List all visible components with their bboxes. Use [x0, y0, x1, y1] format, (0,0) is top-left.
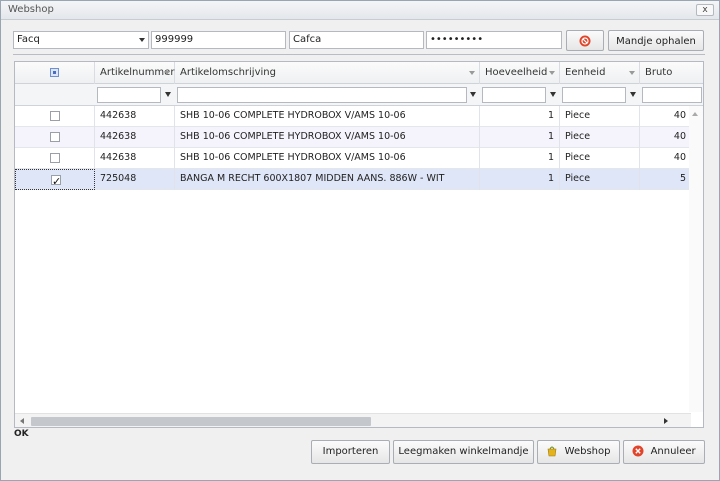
- filter-bruto: [642, 87, 702, 103]
- funnel-icon[interactable]: [550, 92, 556, 97]
- fetch-basket-button[interactable]: Mandje ophalen: [608, 30, 704, 51]
- basket-grid: Artikelnummer Artikelomschrijving Hoevee…: [14, 61, 704, 428]
- filter-input-bruto[interactable]: [642, 87, 702, 103]
- filter-icon[interactable]: [469, 71, 475, 75]
- omschrijving-cell: SHB 10-06 COMPLETE HYDROBOX V/AMS 10-06: [175, 127, 480, 148]
- cancel-label: Annuleer: [650, 446, 696, 457]
- horizontal-scrollbar[interactable]: [15, 413, 691, 427]
- password-field[interactable]: •••••••••: [426, 31, 562, 49]
- scroll-up-icon[interactable]: [692, 112, 698, 116]
- funnel-icon[interactable]: [470, 92, 476, 97]
- scroll-left-icon[interactable]: [20, 418, 24, 424]
- row-checkbox[interactable]: [50, 111, 60, 121]
- row-select-cell: [15, 169, 95, 190]
- grid-header: Artikelnummer Artikelomschrijving Hoevee…: [15, 62, 703, 84]
- funnel-icon[interactable]: [630, 92, 636, 97]
- column-header-eenheid[interactable]: Eenheid: [560, 62, 640, 84]
- column-header-omschrijving[interactable]: Artikelomschrijving: [175, 62, 480, 84]
- toolbar-separator: [13, 54, 705, 55]
- hoeveelheid-cell: 1: [480, 106, 560, 127]
- omschrijving-cell: SHB 10-06 COMPLETE HYDROBOX V/AMS 10-06: [175, 106, 480, 127]
- filter-input-artikelnummer[interactable]: [97, 87, 161, 103]
- filter-hoeveelheid: [482, 87, 558, 103]
- select-all-header: [15, 62, 95, 84]
- cancel-button[interactable]: Annuleer: [623, 440, 705, 464]
- hoeveelheid-cell: 1: [480, 169, 560, 190]
- table-row[interactable]: 442638 SHB 10-06 COMPLETE HYDROBOX V/AMS…: [15, 127, 691, 148]
- scrollbar-thumb[interactable]: [31, 417, 371, 426]
- filter-input-hoeveelheid[interactable]: [482, 87, 546, 103]
- row-select-cell: [15, 148, 95, 169]
- filter-artikelnummer: [97, 87, 173, 103]
- vertical-scrollbar[interactable]: [689, 106, 703, 412]
- row-checkbox[interactable]: [50, 153, 60, 163]
- chevron-down-icon: [139, 38, 145, 42]
- webshop-label: Webshop: [564, 446, 611, 457]
- row-checkbox[interactable]: [51, 172, 61, 189]
- row-select-cell: [15, 106, 95, 127]
- row-select-cell: [15, 127, 95, 148]
- eenheid-cell: Piece: [560, 106, 640, 127]
- column-label: Artikelomschrijving: [180, 67, 276, 78]
- filter-row: [15, 84, 703, 106]
- omschrijving-cell: BANGA M RECHT 600X1807 MIDDEN AANS. 886W…: [175, 169, 480, 190]
- filter-icon[interactable]: [629, 71, 635, 75]
- username-field[interactable]: Cafca: [289, 31, 424, 49]
- bruto-cell: 40: [673, 131, 686, 142]
- hoeveelheid-cell: 1: [480, 127, 560, 148]
- bruto-cell: 40: [673, 152, 686, 163]
- filter-eenheid: [562, 87, 638, 103]
- indeterminate-mark: [53, 71, 56, 74]
- cancel-icon: [632, 445, 644, 457]
- clear-basket-button[interactable]: Leegmaken winkelmandje: [393, 440, 534, 464]
- column-label: Bruto: [645, 67, 673, 78]
- column-label: Hoeveelheid: [485, 67, 548, 78]
- import-button[interactable]: Importeren: [311, 440, 390, 464]
- webshop-button[interactable]: Webshop: [537, 440, 620, 464]
- funnel-icon[interactable]: [165, 92, 171, 97]
- filter-omschrijving: [177, 87, 478, 103]
- row-checkbox[interactable]: [50, 132, 60, 142]
- omschrijving-cell: SHB 10-06 COMPLETE HYDROBOX V/AMS 10-06: [175, 148, 480, 169]
- supplier-select[interactable]: Facq: [13, 31, 149, 49]
- customer-number-field[interactable]: 999999: [151, 31, 286, 49]
- username-value: Cafca: [293, 34, 322, 45]
- eenheid-cell: Piece: [560, 148, 640, 169]
- filter-input-eenheid[interactable]: [562, 87, 626, 103]
- title-bar: Webshop x: [1, 1, 719, 20]
- column-label: Eenheid: [565, 67, 606, 78]
- table-row[interactable]: 442638 SHB 10-06 COMPLETE HYDROBOX V/AMS…: [15, 106, 691, 127]
- table-row[interactable]: 442638 SHB 10-06 COMPLETE HYDROBOX V/AMS…: [15, 148, 691, 169]
- bruto-cell: 5: [679, 173, 686, 184]
- filter-icon[interactable]: [164, 71, 170, 75]
- window-title: Webshop: [8, 4, 54, 15]
- password-value: •••••••••: [430, 34, 484, 45]
- table-row[interactable]: 725048 BANGA M RECHT 600X1807 MIDDEN AAN…: [15, 169, 691, 190]
- bruto-cell: 40: [673, 110, 686, 121]
- eenheid-cell: Piece: [560, 127, 640, 148]
- cancel-icon: [579, 35, 591, 47]
- scroll-right-icon[interactable]: [664, 418, 668, 424]
- supplier-value: Facq: [17, 34, 40, 45]
- column-header-bruto[interactable]: Bruto: [640, 62, 703, 84]
- webshop-dialog: Webshop x Facq 999999 Cafca ••••••••• Ma…: [0, 0, 720, 481]
- filter-input-omschrijving[interactable]: [177, 87, 467, 103]
- artikelnummer-cell: 442638: [95, 127, 175, 148]
- basket-icon: [548, 446, 557, 457]
- status-label: OK: [14, 429, 29, 439]
- artikelnummer-cell: 725048: [95, 169, 175, 190]
- customer-number-value: 999999: [155, 34, 194, 45]
- artikelnummer-cell: 442638: [95, 106, 175, 127]
- clear-credentials-button[interactable]: [566, 30, 604, 51]
- filter-icon[interactable]: [549, 71, 555, 75]
- hoeveelheid-cell: 1: [480, 148, 560, 169]
- column-header-artikelnummer[interactable]: Artikelnummer: [95, 62, 175, 84]
- close-button[interactable]: x: [696, 4, 714, 16]
- artikelnummer-cell: 442638: [95, 148, 175, 169]
- eenheid-cell: Piece: [560, 169, 640, 190]
- column-header-hoeveelheid[interactable]: Hoeveelheid: [480, 62, 560, 84]
- select-all-checkbox[interactable]: [50, 68, 59, 77]
